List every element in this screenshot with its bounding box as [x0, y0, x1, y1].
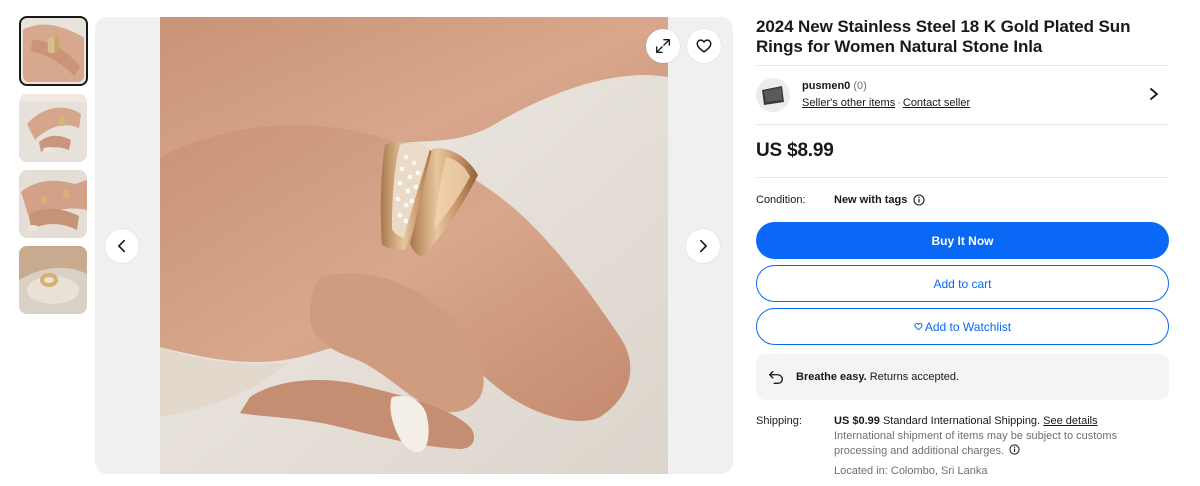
shipping-row: Shipping: US $0.99 Standard Internationa…: [756, 414, 1169, 479]
heart-icon: [696, 39, 712, 53]
returns-headline: Breathe easy.: [796, 371, 867, 383]
seller-info: pusmen0 (0) Seller's other items · Contact…: [802, 78, 970, 112]
shipping-method: Standard International Shipping.: [882, 415, 1041, 427]
seller-feedback-count[interactable]: (0): [853, 80, 866, 92]
heart-icon: [914, 322, 923, 331]
thumbnail-4[interactable]: [19, 246, 87, 314]
condition-text: New with tags: [834, 194, 908, 206]
buy-it-now-button[interactable]: Buy It Now: [756, 222, 1169, 259]
chevron-right-icon: [699, 239, 707, 253]
add-to-cart-button[interactable]: Add to cart: [756, 265, 1169, 302]
thumbnail-2[interactable]: [19, 94, 87, 162]
chevron-right-icon[interactable]: [1147, 86, 1161, 102]
shipping-cost: US $0.99: [834, 415, 880, 427]
sellers-other-items-link[interactable]: Seller's other items: [802, 97, 895, 109]
see-details-link[interactable]: See details: [1043, 415, 1097, 427]
seller-card[interactable]: pusmen0 (0) Seller's other items · Contact…: [756, 66, 1169, 124]
returns-icon: [769, 370, 783, 384]
shipping-details: US $0.99 Standard International Shipping…: [834, 414, 1134, 479]
seller-avatar[interactable]: [756, 78, 790, 112]
info-icon[interactable]: [913, 194, 925, 206]
image-viewer: [95, 17, 733, 474]
returns-banner: Breathe easy. Returns accepted.: [756, 354, 1169, 400]
thumbnail-3[interactable]: [19, 170, 87, 238]
link-separator: ·: [897, 97, 901, 109]
watchlist-label: Add to Watchlist: [924, 319, 1012, 334]
shipping-label: Shipping:: [756, 415, 802, 427]
thumbnail-1[interactable]: [19, 16, 88, 86]
price-row: US $8.99: [756, 125, 1169, 177]
next-image-button[interactable]: [686, 229, 720, 263]
returns-text: Returns accepted.: [869, 371, 960, 383]
add-to-watchlist-button[interactable]: Add to Watchlist: [756, 308, 1169, 345]
thumbnail-list: [19, 16, 89, 322]
shipping-note: International shipment of items may be s…: [834, 429, 1134, 459]
seller-name[interactable]: pusmen0: [802, 80, 850, 92]
price: US $8.99: [756, 140, 834, 161]
contact-seller-link[interactable]: Contact seller: [903, 97, 970, 109]
item-location: Located in: Colombo, Sri Lanka: [834, 465, 988, 477]
product-info-panel: 2024 New Stainless Steel 18 K Gold Plate…: [756, 17, 1169, 479]
product-title: 2024 New Stainless Steel 18 K Gold Plate…: [756, 17, 1131, 56]
expand-button[interactable]: [646, 29, 680, 63]
previous-image-button[interactable]: [105, 229, 139, 263]
product-photo[interactable]: [160, 17, 668, 474]
condition-row: Condition: New with tags: [756, 178, 1169, 222]
info-icon[interactable]: [1009, 444, 1020, 455]
watch-heart-button[interactable]: [687, 29, 721, 63]
condition-label: Condition:: [756, 194, 806, 206]
chevron-left-icon: [118, 239, 126, 253]
expand-icon: [656, 39, 670, 53]
shipping-note-text: International shipment of items may be s…: [834, 430, 1118, 457]
condition-value: New with tags: [834, 194, 925, 206]
